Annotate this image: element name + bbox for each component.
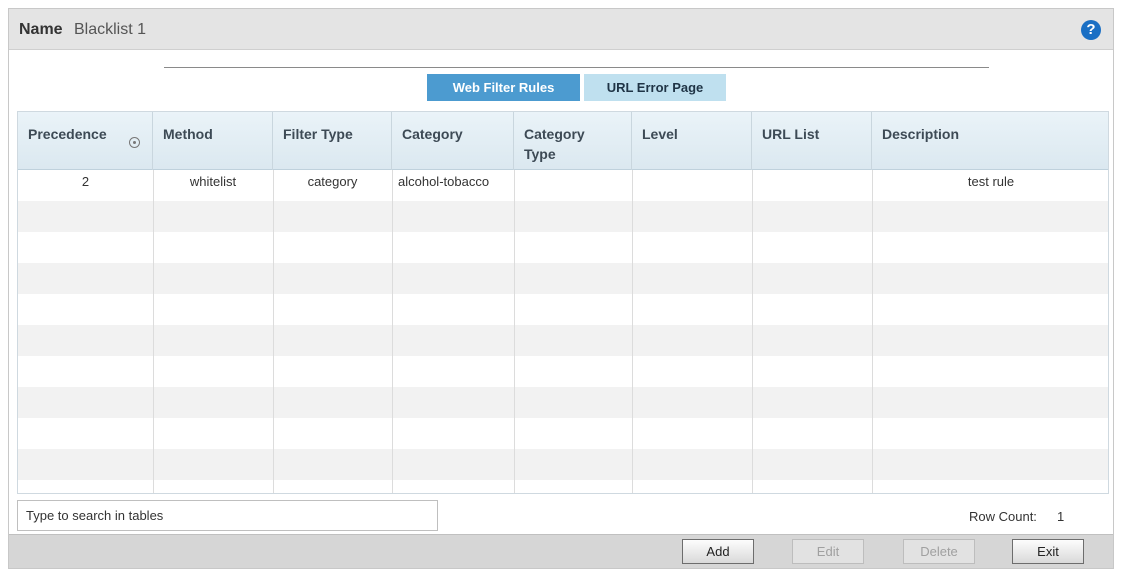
empty-row bbox=[18, 449, 1108, 480]
tab-url-error-page[interactable]: URL Error Page bbox=[584, 74, 726, 101]
cell-url-list bbox=[752, 170, 872, 201]
cell-precedence: 2 bbox=[81, 174, 90, 189]
empty-row bbox=[18, 418, 1108, 449]
help-icon[interactable]: ? bbox=[1081, 20, 1101, 40]
name-label: Name bbox=[19, 21, 63, 38]
row-count-label: Row Count: bbox=[969, 509, 1037, 524]
empty-row bbox=[18, 263, 1108, 294]
table-row[interactable]: 2 whitelist category alcohol-tobacco tes… bbox=[18, 170, 1108, 201]
column-header-label: Category Type bbox=[524, 126, 585, 162]
sort-icon[interactable] bbox=[129, 137, 140, 148]
empty-row bbox=[18, 387, 1108, 418]
empty-row bbox=[18, 232, 1108, 263]
column-header-label: URL List bbox=[762, 126, 820, 142]
row-count-value: 1 bbox=[1057, 509, 1065, 524]
column-divider bbox=[153, 170, 154, 493]
empty-row bbox=[18, 201, 1108, 232]
column-header-description[interactable]: Description bbox=[872, 112, 1108, 170]
column-divider bbox=[392, 170, 393, 493]
table-search-input[interactable] bbox=[17, 500, 438, 531]
cell-description: test rule bbox=[967, 174, 1015, 189]
exit-button[interactable]: Exit bbox=[1012, 539, 1084, 564]
column-divider bbox=[872, 170, 873, 493]
cell-filter-type: category bbox=[307, 174, 358, 189]
column-header-filter-type[interactable]: Filter Type bbox=[273, 112, 392, 170]
column-header-precedence[interactable]: Precedence bbox=[18, 112, 153, 170]
table-body: 2 whitelist category alcohol-tobacco tes… bbox=[18, 170, 1108, 493]
column-divider bbox=[273, 170, 274, 493]
column-header-category[interactable]: Category bbox=[392, 112, 514, 170]
column-divider bbox=[632, 170, 633, 493]
column-header-label: Precedence bbox=[28, 126, 107, 142]
column-header-label: Filter Type bbox=[283, 126, 353, 142]
cell-category: alcohol-tobacco bbox=[398, 174, 490, 189]
cell-category-type bbox=[514, 170, 632, 201]
column-header-category-type[interactable]: Category Type bbox=[514, 112, 632, 170]
button-bar: Add Edit Delete Exit bbox=[9, 534, 1113, 568]
column-header-label: Method bbox=[163, 126, 213, 142]
column-header-level[interactable]: Level bbox=[632, 112, 752, 170]
empty-row bbox=[18, 325, 1108, 356]
dialog-header: Name Blacklist 1 ? bbox=[9, 9, 1113, 50]
table-header: Precedence Method Filter Type Category C… bbox=[18, 112, 1108, 170]
empty-row bbox=[18, 356, 1108, 387]
delete-button[interactable]: Delete bbox=[903, 539, 975, 564]
edit-button[interactable]: Edit bbox=[792, 539, 864, 564]
empty-row bbox=[18, 480, 1108, 493]
add-button[interactable]: Add bbox=[682, 539, 754, 564]
tab-web-filter-rules[interactable]: Web Filter Rules bbox=[427, 74, 580, 101]
column-header-url-list[interactable]: URL List bbox=[752, 112, 872, 170]
column-divider bbox=[514, 170, 515, 493]
rules-table: Precedence Method Filter Type Category C… bbox=[17, 111, 1109, 494]
column-divider bbox=[752, 170, 753, 493]
column-header-label: Description bbox=[882, 126, 960, 142]
tab-divider bbox=[164, 67, 989, 68]
empty-row bbox=[18, 294, 1108, 325]
name-value: Blacklist 1 bbox=[74, 21, 147, 38]
cell-level bbox=[632, 170, 752, 201]
blacklist-dialog: Name Blacklist 1 ? Web Filter Rules URL … bbox=[8, 8, 1114, 569]
column-header-label: Level bbox=[642, 126, 678, 142]
column-header-label: Category bbox=[402, 126, 463, 142]
cell-method: whitelist bbox=[189, 174, 237, 189]
column-header-method[interactable]: Method bbox=[153, 112, 273, 170]
